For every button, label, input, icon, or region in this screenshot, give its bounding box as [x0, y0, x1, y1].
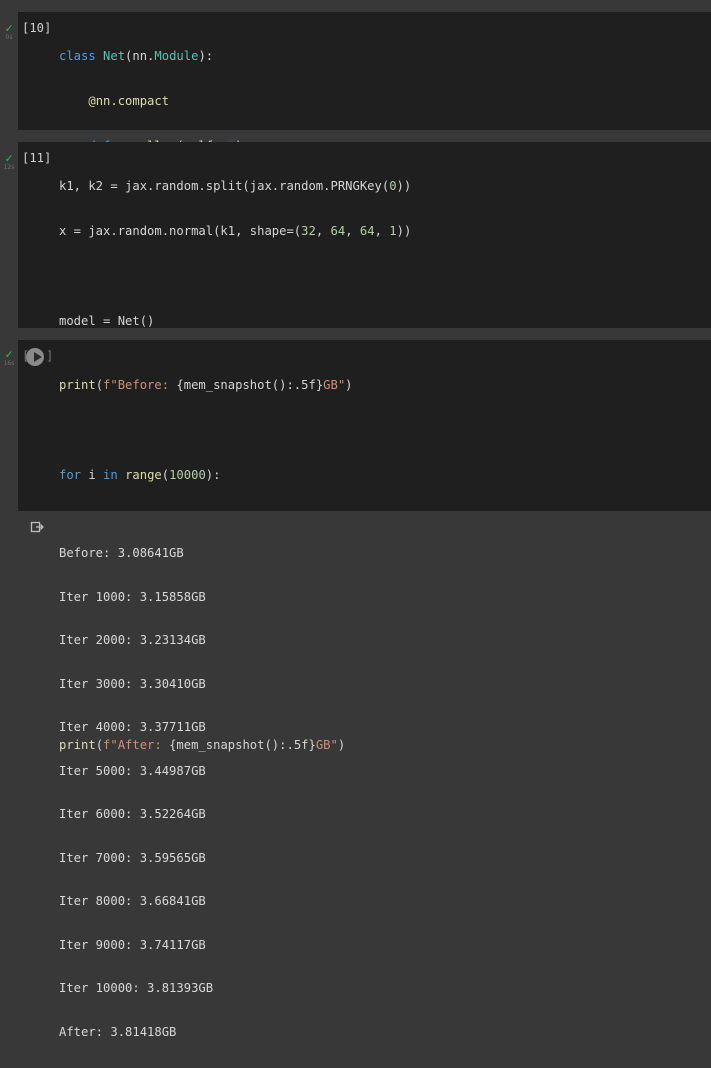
code-line: k1, k2 = jax.random.split(jax.random.PRN…: [59, 179, 412, 193]
cell-2-duration: 12s: [3, 164, 15, 171]
code-line: class Net(nn.Module):: [59, 49, 214, 63]
output-line: Iter 10000: 3.81393GB: [59, 981, 214, 995]
output-clear-icon[interactable]: [30, 520, 44, 534]
cell-2-status: ✓ 12s: [0, 152, 18, 172]
code-line: @nn.compact: [88, 94, 170, 108]
cell-1-duration: 0s: [5, 34, 13, 41]
output-line: Iter 8000: 3.66841GB: [59, 894, 206, 908]
output-line: Iter 7000: 3.59565GB: [59, 850, 206, 865]
play-icon[interactable]: [26, 348, 44, 366]
run-cell-button[interactable]: [ ]: [22, 348, 53, 366]
code-line: x = jax.random.normal(k1, shape=(32, 64,…: [59, 224, 412, 238]
cell-3-duration: 16s: [3, 360, 15, 367]
cell-3-status: ✓ 16s: [0, 348, 18, 368]
bracket-icon: ]: [46, 349, 54, 363]
check-icon: ✓: [5, 347, 13, 361]
output-line: Iter 5000: 3.44987GB: [59, 763, 206, 778]
check-icon: ✓: [5, 21, 13, 35]
cell-output: Before: 3.08641GB Iter 1000: 3.15858GB I…: [18, 511, 711, 1039]
output-line: Iter 4000: 3.37711GB: [59, 720, 206, 734]
output-line: Iter 9000: 3.74117GB: [59, 937, 206, 952]
output-text: Before: 3.08641GB Iter 1000: 3.15858GB I…: [59, 518, 213, 1068]
code-line: for i in range(10000):: [59, 468, 221, 482]
check-icon: ✓: [5, 151, 13, 165]
output-line: Iter 6000: 3.52264GB: [59, 807, 206, 821]
execution-count: [10]: [22, 21, 52, 35]
cell-1-status: ✓ 0s: [0, 22, 18, 42]
output-line: Iter 3000: 3.30410GB: [59, 676, 206, 691]
code-line: print(f"Before: {mem_snapshot():.5f}GB"): [59, 378, 353, 392]
output-line: Iter 2000: 3.23134GB: [59, 633, 206, 647]
output-line: After: 3.81418GB: [59, 1024, 177, 1039]
execution-count: [11]: [22, 151, 52, 165]
code-cell-1[interactable]: [10] class Net(nn.Module): @nn.compact d…: [18, 12, 711, 288]
output-line: Before: 3.08641GB: [59, 546, 184, 560]
output-line: Iter 1000: 3.15858GB: [59, 589, 206, 604]
code-cell-3[interactable]: [ ] print(f"Before: {mem_snapshot():.5f}…: [18, 340, 711, 752]
code-cell-2[interactable]: [11] k1, k2 = jax.random.split(jax.rando…: [18, 142, 711, 598]
code-line: model = Net(): [59, 314, 155, 328]
